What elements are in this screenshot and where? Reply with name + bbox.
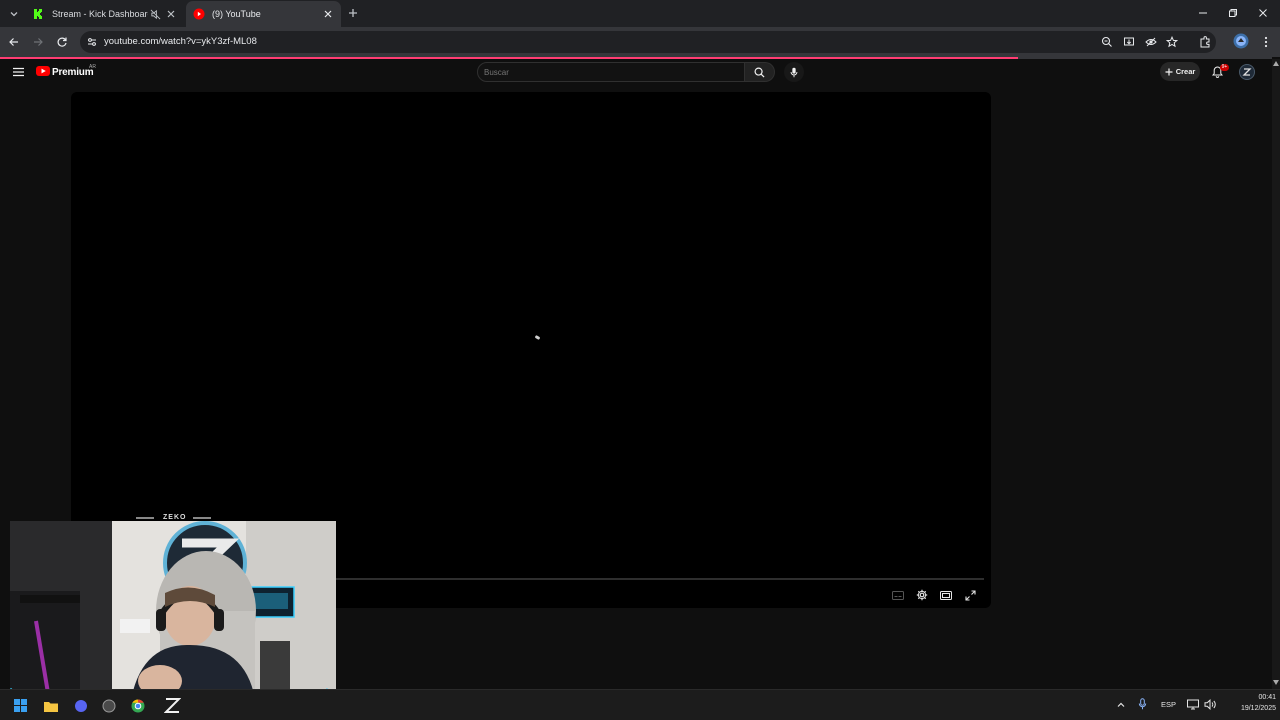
tray-microphone-icon[interactable] <box>1138 698 1147 710</box>
site-info-icon[interactable] <box>84 34 100 50</box>
tray-clock-date[interactable]: 19/12/2025 <box>1222 705 1276 712</box>
new-tab-icon[interactable] <box>345 5 361 21</box>
tray-network-icon[interactable] <box>1187 699 1199 710</box>
webcam-overlay <box>10 521 336 705</box>
youtube-logo-icon[interactable] <box>36 66 50 76</box>
install-app-icon[interactable] <box>1121 34 1137 50</box>
tray-language[interactable]: ESP <box>1161 700 1176 709</box>
tab-search-chevron-icon[interactable] <box>6 6 22 22</box>
microphone-icon <box>790 67 798 78</box>
tab-title: (9) YouTube <box>212 9 261 19</box>
youtube-icon <box>193 8 205 20</box>
chrome-icon[interactable] <box>131 699 145 713</box>
browser-tab-youtube[interactable]: (9) YouTube <box>186 1 341 27</box>
reload-icon[interactable] <box>54 34 70 50</box>
webcam-feed-image <box>10 521 336 705</box>
tab-close-icon[interactable] <box>164 7 178 21</box>
kick-icon <box>33 8 45 20</box>
profile-icon[interactable] <box>1233 33 1249 49</box>
windows-start-icon[interactable] <box>14 699 27 712</box>
plus-icon <box>1165 68 1173 76</box>
file-explorer-icon[interactable] <box>44 700 58 712</box>
guide-menu-icon[interactable] <box>10 64 26 80</box>
voice-search-button[interactable] <box>784 62 804 82</box>
forward-icon[interactable] <box>30 34 46 50</box>
z-app-icon[interactable] <box>164 697 181 714</box>
scroll-up-arrow-icon[interactable] <box>1273 61 1279 66</box>
back-icon[interactable] <box>6 34 22 50</box>
tab-muted-icon[interactable] <box>148 7 162 21</box>
settings-icon[interactable] <box>914 588 930 602</box>
minimize-icon[interactable] <box>1188 4 1218 22</box>
close-window-icon[interactable] <box>1248 4 1278 22</box>
create-button[interactable]: Crear <box>1160 62 1200 81</box>
browser-menu-icon[interactable] <box>1258 34 1274 50</box>
create-label: Crear <box>1175 67 1196 76</box>
restore-icon[interactable] <box>1218 4 1248 22</box>
browser-tab-kick[interactable]: Stream - Kick Dashboard <box>26 1 184 27</box>
account-avatar[interactable] <box>1239 64 1255 80</box>
tray-chevron-up-icon[interactable] <box>1116 700 1126 710</box>
search-input[interactable] <box>484 66 734 78</box>
windows-taskbar <box>0 689 1280 720</box>
extensions-icon[interactable] <box>1197 34 1213 50</box>
tray-clock-time[interactable]: 00:41 <box>1240 694 1276 701</box>
tab-title: Stream - Kick Dashboard <box>52 9 148 19</box>
avatar-z-logo-icon <box>1242 68 1252 76</box>
webcam-label-line <box>193 517 211 519</box>
tray-volume-icon[interactable] <box>1204 699 1216 710</box>
tab-close-icon[interactable] <box>321 7 335 21</box>
app-icon[interactable] <box>74 699 88 713</box>
app-icon[interactable] <box>102 699 116 713</box>
theater-mode-icon[interactable] <box>938 588 954 602</box>
youtube-logo-text[interactable]: Premium <box>52 67 94 78</box>
scroll-down-arrow-icon[interactable] <box>1273 680 1279 685</box>
subtitles-icon[interactable] <box>890 588 906 602</box>
page-scrollbar[interactable] <box>1272 59 1280 689</box>
notifications-badge: 9+ <box>1220 64 1229 71</box>
eye-off-icon[interactable] <box>1143 34 1159 50</box>
address-url[interactable]: youtube.com/watch?v=ykY3zf-ML08 <box>104 36 257 47</box>
fullscreen-icon[interactable] <box>962 588 978 602</box>
region-code: AR <box>89 64 96 70</box>
search-icon <box>754 67 765 78</box>
search-button[interactable] <box>745 62 775 82</box>
webcam-label: ZEKO <box>163 514 187 521</box>
zoom-icon[interactable] <box>1099 34 1115 50</box>
bookmark-star-icon[interactable] <box>1164 34 1180 50</box>
webcam-label-line <box>136 517 154 519</box>
